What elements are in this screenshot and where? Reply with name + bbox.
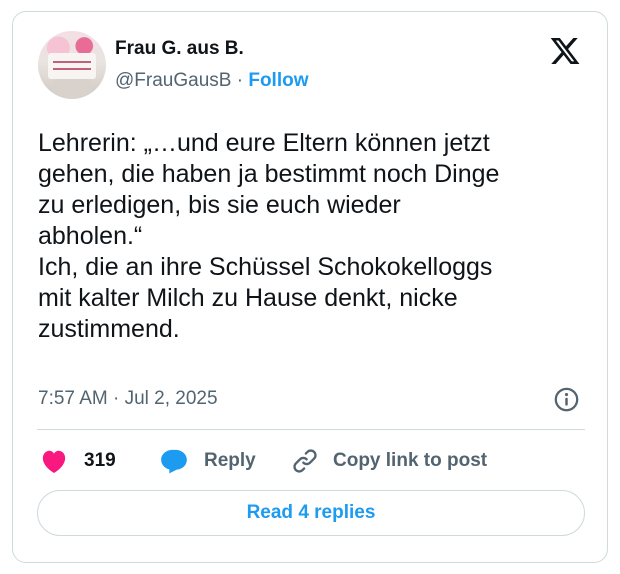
- follow-button[interactable]: Follow: [248, 70, 308, 91]
- copy-link-button[interactable]: Copy link to post: [291, 447, 487, 475]
- link-icon: [293, 449, 317, 473]
- reply-button[interactable]: Reply: [160, 447, 256, 475]
- tweet-text-line: abholen.“: [38, 222, 143, 250]
- read-replies-label: Read 4 replies: [246, 502, 376, 523]
- tweet-text-line: zu erledigen, bis sie euch wieder: [38, 191, 401, 219]
- tweet-timestamp[interactable]: 7:57 AM · Jul 2, 2025: [38, 387, 218, 411]
- tweet-text-line: mit kalter Milch zu Hause denkt, nicke: [38, 284, 458, 312]
- tweet-text: Lehrerin: „…und eure Eltern können jetzt…: [38, 128, 598, 345]
- x-logo-icon[interactable]: [549, 35, 581, 67]
- author-display-name[interactable]: Frau G. aus B.: [115, 38, 244, 60]
- divider: [37, 429, 585, 430]
- avatar[interactable]: [38, 31, 106, 99]
- handle-separator: ·: [236, 70, 244, 91]
- like-button[interactable]: 319: [40, 447, 116, 475]
- tweet-text-line: zustimmend.: [38, 315, 180, 343]
- reply-bubble-icon: [161, 449, 187, 474]
- tweet-card: Frau G. aus B. @FrauGausB · Follow Lehre…: [12, 11, 608, 563]
- like-count: 319: [84, 450, 116, 471]
- author-handle[interactable]: @FrauGausB: [115, 70, 231, 91]
- tweet-text-line: Ich, die an ihre Schüssel Schokokelloggs: [38, 253, 493, 281]
- heart-icon: [42, 450, 66, 474]
- reply-label: Reply: [204, 450, 256, 471]
- tweet-text-line: Lehrerin: „…und eure Eltern können jetzt: [38, 129, 490, 157]
- author-handle-row: @FrauGausB · Follow: [115, 70, 309, 92]
- copy-link-label: Copy link to post: [333, 450, 488, 471]
- info-icon[interactable]: [553, 386, 580, 413]
- tweet-text-line: gehen, die haben ja bestimmt noch Dinge: [38, 160, 500, 188]
- read-replies-button[interactable]: Read 4 replies: [37, 490, 585, 536]
